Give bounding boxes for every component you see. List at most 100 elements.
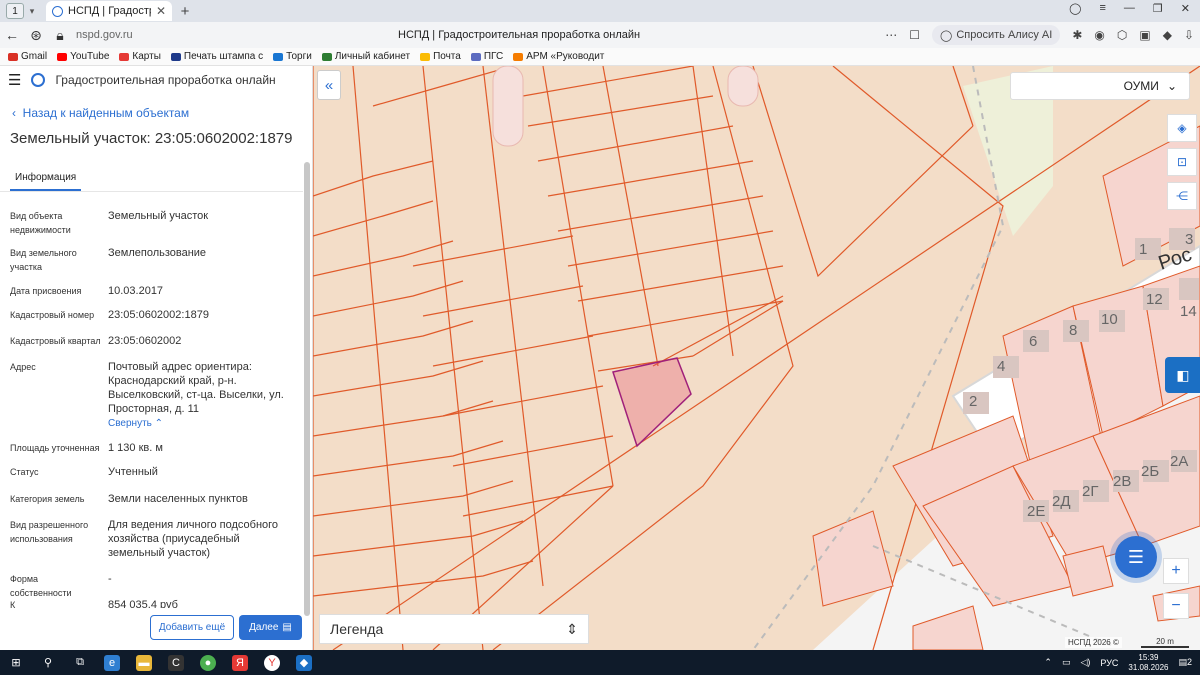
puzzle-icon[interactable]: ⬡ — [1117, 28, 1127, 42]
chrome-icon[interactable]: ● — [200, 654, 216, 671]
share-tool-button[interactable]: ⋲ — [1167, 182, 1197, 210]
bookmark-mail[interactable]: Почта — [420, 51, 461, 62]
stamp-icon — [170, 52, 181, 61]
field-label: Кадастровый квартал — [10, 336, 101, 346]
record-icon[interactable]: ◉ — [1094, 28, 1104, 42]
field-value: 23:05:0602002:1879 — [108, 309, 209, 321]
task-view-icon[interactable]: ⧉ — [72, 655, 88, 671]
bookmark-pgs[interactable]: ПГС — [470, 51, 503, 62]
layers-tool-button[interactable]: ◈ — [1167, 114, 1197, 142]
bookmarks-bar: Gmail YouTube Карты Печать штампа с Торг… — [0, 48, 1200, 66]
shield-icon[interactable]: ⊛ — [24, 27, 48, 44]
legend-dropdown[interactable]: Легенда ⇕ — [319, 614, 589, 644]
next-button[interactable]: Далее ▤ — [239, 615, 302, 640]
torgi-icon — [273, 52, 284, 61]
app-name: Градостроительная проработка онлайн — [55, 73, 276, 87]
network-icon[interactable]: ▭ — [1062, 657, 1071, 668]
search-icon[interactable]: ⚲ — [40, 655, 56, 671]
extension-icon[interactable]: ✱ — [1072, 28, 1082, 42]
object-title: Земельный участок: 23:05:0602002:1879 — [10, 130, 293, 147]
alisa-label: Спросить Алису AI — [956, 29, 1053, 41]
house-number: 6 — [1029, 333, 1037, 350]
chat-button[interactable]: ☰ — [1115, 536, 1157, 578]
house-number: 2Б — [1141, 463, 1159, 480]
language-indicator[interactable]: РУС — [1100, 658, 1118, 668]
app-c-icon[interactable]: C — [168, 654, 184, 671]
divider — [0, 191, 303, 192]
field-label: Вид объекта недвижимости — [10, 211, 71, 235]
more-icon[interactable]: ⋯ — [885, 28, 897, 42]
app-icon[interactable]: ◆ — [296, 654, 312, 671]
app-logo-icon — [31, 73, 46, 87]
add-more-button[interactable]: Добавить ещё — [150, 615, 234, 640]
tray-up-icon[interactable]: ⌃ — [1044, 657, 1052, 668]
collection-icon[interactable]: ▣ — [1139, 28, 1150, 42]
download-icon[interactable]: ⇩ — [1184, 28, 1194, 42]
menu-icon[interactable]: ≡ — [1099, 2, 1105, 15]
chevron-left-icon: ‹ — [12, 106, 23, 120]
bookmark-gmail[interactable]: Gmail — [8, 51, 47, 62]
map-copyright: НСПД 2026 © — [1065, 637, 1122, 648]
collapse-panel-button[interactable]: « — [317, 70, 341, 100]
bookmark-torgi[interactable]: Торги — [273, 51, 312, 62]
notifications-icon[interactable]: ▤2 — [1178, 657, 1192, 668]
yandex-icon[interactable]: Я — [232, 654, 248, 671]
panel-scrollbar[interactable] — [304, 162, 310, 616]
maps-icon — [119, 52, 130, 61]
layers-icon: ◈ — [1177, 121, 1187, 135]
panel-header: ☰ Градостроительная проработка онлайн — [0, 66, 312, 94]
back-nav-icon[interactable]: ← — [0, 27, 24, 43]
tab-count-badge[interactable]: 1 — [6, 3, 24, 19]
cabinet-icon — [321, 52, 332, 61]
url-field[interactable]: nspd.gov.ru — [76, 29, 326, 41]
info-panel: ☰ Градостроительная проработка онлайн ‹ … — [0, 66, 313, 650]
profile-extension-icon[interactable]: ◆ — [1163, 28, 1172, 42]
new-tab-button[interactable]: + — [176, 3, 194, 20]
menu-burger-icon[interactable]: ☰ — [8, 71, 21, 89]
explorer-icon[interactable]: ▬ — [136, 654, 152, 671]
profile-icon[interactable]: ◯ — [1069, 2, 1081, 15]
chat-icon: ☰ — [1127, 546, 1145, 567]
zoom-out-button[interactable]: − — [1163, 593, 1189, 619]
alisa-button[interactable]: ◯ Спросить Алису AI — [932, 25, 1061, 45]
edge-icon[interactable]: e — [104, 654, 120, 671]
collapse-link[interactable]: Свернуть ⌃ — [108, 418, 163, 429]
youtube-icon — [57, 52, 68, 61]
selected-parcel[interactable] — [612, 357, 692, 448]
map-canvas[interactable]: 1 3 12 14 10 8 6 4 2 2Е 2Д 2Г 2В 2Б 2А Р… — [313, 66, 1200, 650]
back-link[interactable]: ‹ Назад к найденным объектам — [12, 106, 189, 120]
yandex-browser-icon[interactable]: Y — [264, 654, 280, 671]
windows-start-icon[interactable]: ⊞ — [8, 655, 24, 671]
field-label: Форма собственности — [10, 574, 72, 598]
bookmark-icon[interactable]: ☐ — [909, 28, 920, 42]
volume-icon[interactable]: ◁) — [1080, 657, 1090, 668]
zoom-in-button[interactable]: + — [1163, 558, 1189, 584]
side-widget-button[interactable]: ◧ — [1165, 357, 1200, 393]
tabs-dropdown-icon[interactable]: ▾ — [24, 6, 40, 17]
windows-taskbar: ⊞ ⚲ ⧉ e ▬ C ● Я Y ◆ ⌃ ▭ ◁) РУС 15:39 31.0… — [0, 650, 1200, 675]
window-controls: ◯ ≡ — ❐ ✕ — [1069, 2, 1190, 15]
pgs-icon — [470, 52, 481, 61]
field-value: - — [108, 573, 112, 585]
bookmark-maps[interactable]: Карты — [119, 51, 161, 62]
bookmark-stamp[interactable]: Печать штампа с — [170, 51, 263, 62]
house-number: 2В — [1113, 473, 1131, 490]
browser-tab[interactable]: НСПД | Градостроительн ✕ — [46, 1, 172, 21]
arm-icon — [513, 52, 524, 61]
maximize-icon[interactable]: ❐ — [1153, 2, 1163, 15]
minimize-icon[interactable]: — — [1124, 2, 1135, 15]
field-value: Учтенный — [108, 466, 158, 478]
close-tab-icon[interactable]: ✕ — [156, 4, 166, 18]
bookmark-cabinet[interactable]: Личный кабинет — [321, 51, 410, 62]
field-label: Статус — [10, 467, 39, 477]
close-window-icon[interactable]: ✕ — [1181, 2, 1190, 15]
tab-info[interactable]: Информация — [10, 172, 82, 191]
map-view[interactable]: 1 3 12 14 10 8 6 4 2 2Е 2Д 2Г 2В 2Б 2А Р… — [313, 66, 1200, 650]
widget-icon: ◧ — [1176, 366, 1190, 383]
layer-select[interactable]: ОУМИ ⌄ — [1010, 72, 1190, 100]
bookmark-arm[interactable]: АРМ «Руководит — [513, 51, 604, 62]
clock[interactable]: 15:39 31.08.2026 — [1128, 653, 1168, 673]
bookmark-youtube[interactable]: YouTube — [57, 51, 109, 62]
select-tool-button[interactable]: ⊡ — [1167, 148, 1197, 176]
tab-bar: 1 ▾ НСПД | Градостроительн ✕ + ◯ ≡ — ❐ ✕ — [0, 0, 1200, 22]
